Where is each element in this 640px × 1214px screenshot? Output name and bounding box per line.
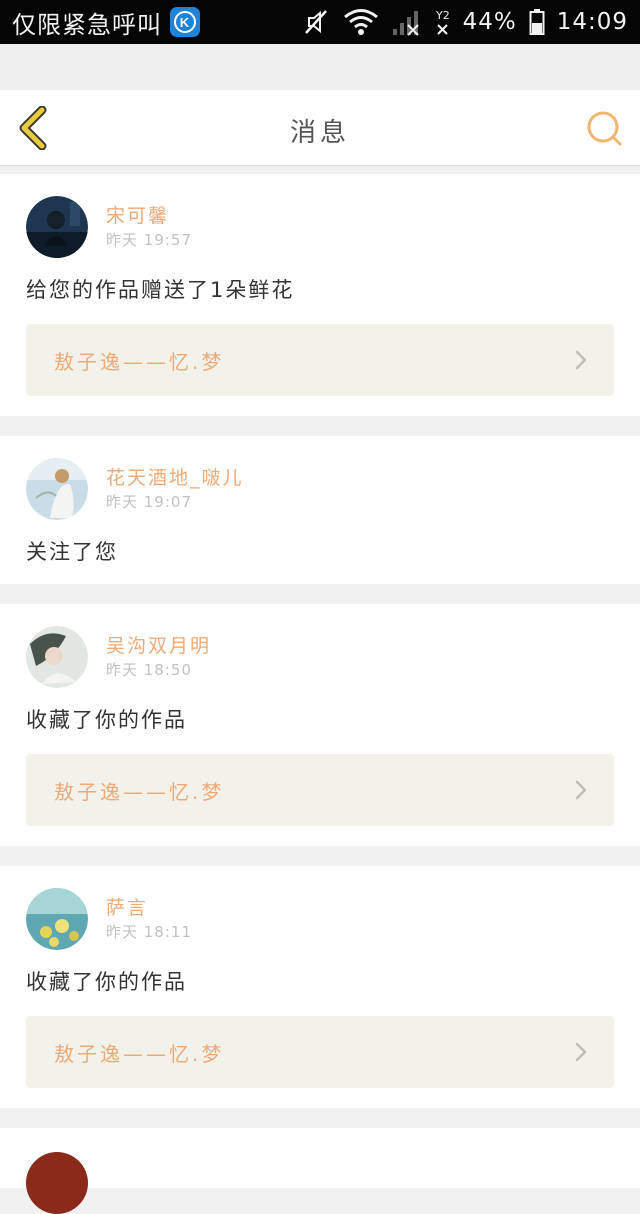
nav-bar: 消息 — [0, 90, 640, 166]
avatar[interactable] — [26, 888, 88, 950]
user-name[interactable]: 花天酒地_啵儿 — [106, 466, 244, 490]
chevron-right-icon — [575, 350, 587, 370]
message-header: 萨言 昨天 18:11 — [26, 888, 614, 950]
message-header: 宋可馨 昨天 19:57 — [26, 196, 614, 258]
avatar[interactable] — [26, 1152, 88, 1214]
message-item[interactable]: 萨言 昨天 18:11 收藏了你的作品 敖子逸——忆.梦 — [0, 866, 640, 1108]
message-item[interactable]: 吴沟双月明 昨天 18:50 收藏了你的作品 敖子逸——忆.梦 — [0, 604, 640, 846]
top-spacer — [0, 44, 640, 90]
search-button[interactable] — [584, 108, 624, 148]
status-bar: 仅限紧急呼叫 K Y2 44% 14:09 — [0, 0, 640, 44]
message-header: 吴沟双月明 昨天 18:50 — [26, 626, 614, 688]
status-right: Y2 44% 14:09 — [301, 7, 640, 37]
work-link[interactable]: 敖子逸——忆.梦 — [26, 1016, 614, 1088]
work-link[interactable]: 敖子逸——忆.梦 — [26, 324, 614, 396]
timestamp: 昨天 19:07 — [106, 493, 192, 511]
app-notification-icon: K — [170, 7, 200, 37]
chevron-right-icon — [575, 1042, 587, 1062]
avatar[interactable] — [26, 458, 88, 520]
message-meta: 萨言 昨天 18:11 — [106, 896, 192, 942]
status-left: 仅限紧急呼叫 K — [0, 5, 200, 40]
message-meta: 花天酒地_啵儿 昨天 19:07 — [106, 466, 244, 512]
signal-2-icon: Y2 — [435, 9, 450, 35]
user-name[interactable]: 吴沟双月明 — [106, 634, 211, 658]
action-text: 给您的作品赠送了1朵鲜花 — [26, 278, 295, 302]
page-title: 消息 — [289, 118, 350, 148]
message-header: 花天酒地_啵儿 昨天 19:07 — [26, 458, 614, 520]
work-title: 敖子逸——忆.梦 — [54, 1041, 225, 1066]
signal-icon — [392, 11, 419, 36]
work-link[interactable]: 敖子逸——忆.梦 — [26, 754, 614, 826]
avatar[interactable] — [26, 196, 88, 258]
message-list: 宋可馨 昨天 19:57 给您的作品赠送了1朵鲜花 敖子逸——忆.梦 花天酒地_… — [0, 174, 640, 1214]
user-name[interactable]: 宋可馨 — [106, 204, 192, 228]
chevron-right-icon — [575, 780, 587, 800]
battery-icon — [529, 9, 545, 35]
wifi-icon — [343, 9, 378, 35]
svg-text:Y2: Y2 — [435, 9, 450, 22]
message-item[interactable] — [0, 1128, 640, 1214]
user-name[interactable]: 萨言 — [106, 896, 192, 920]
mute-icon — [304, 10, 327, 34]
clock: 14:09 — [556, 9, 628, 35]
action-text: 收藏了你的作品 — [26, 708, 187, 732]
work-title: 敖子逸——忆.梦 — [54, 349, 225, 374]
timestamp: 昨天 19:57 — [106, 231, 192, 249]
avatar[interactable] — [26, 626, 88, 688]
message-meta: 吴沟双月明 昨天 18:50 — [106, 634, 211, 680]
battery-percent: 44% — [462, 9, 517, 35]
app-badge-letter: K — [174, 11, 196, 33]
action-text: 关注了您 — [26, 540, 118, 564]
message-item[interactable]: 宋可馨 昨天 19:57 给您的作品赠送了1朵鲜花 敖子逸——忆.梦 — [0, 174, 640, 416]
timestamp: 昨天 18:50 — [106, 661, 192, 679]
timestamp: 昨天 18:11 — [106, 923, 192, 941]
action-text: 收藏了你的作品 — [26, 970, 187, 994]
message-item[interactable]: 花天酒地_啵儿 昨天 19:07 关注了您 — [0, 436, 640, 584]
carrier-text: 仅限紧急呼叫 — [12, 10, 162, 39]
work-title: 敖子逸——忆.梦 — [54, 779, 225, 804]
message-meta: 宋可馨 昨天 19:57 — [106, 204, 192, 250]
